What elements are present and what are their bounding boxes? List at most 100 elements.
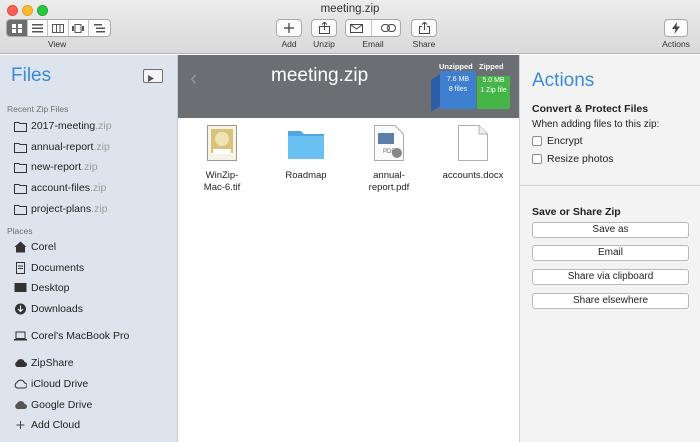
email-button-group[interactable] bbox=[345, 19, 401, 37]
recent-file-ext: .zip bbox=[95, 120, 112, 132]
link-icon bbox=[380, 24, 396, 32]
zipped-heading: Zipped bbox=[479, 62, 504, 71]
file-item[interactable]: Roadmap bbox=[266, 125, 346, 182]
sidebar-toggle-button[interactable] bbox=[143, 69, 163, 83]
places-heading: Places bbox=[7, 226, 33, 236]
actions-title: Actions bbox=[532, 70, 595, 91]
sidebar-item-add-cloud[interactable]: Add Cloud bbox=[14, 417, 80, 433]
sidebar-item-corel[interactable]: Corel bbox=[14, 239, 56, 255]
window-title: meeting.zip bbox=[320, 3, 380, 15]
folder-icon bbox=[287, 125, 325, 161]
sidebar-item-google-drive[interactable]: Google Drive bbox=[14, 397, 92, 413]
zip-banner: ‹ meeting.zip Unzipped Zipped 7.6 MB 8 fi… bbox=[178, 55, 519, 118]
list-view-icon[interactable] bbox=[28, 20, 48, 36]
recent-file-name: new-report bbox=[31, 161, 82, 173]
back-chevron-icon[interactable]: ‹ bbox=[190, 65, 197, 91]
file-item[interactable]: WinZip- Mac-6.tif bbox=[182, 125, 262, 194]
download-icon bbox=[14, 303, 27, 315]
save-share-heading: Save or Share Zip bbox=[532, 206, 621, 218]
file-name-line2: report.pdf bbox=[368, 182, 410, 193]
unzipped-size: 7.6 MB bbox=[446, 76, 470, 83]
documents-icon bbox=[14, 262, 27, 274]
recent-file-item[interactable]: new-report .zip bbox=[14, 159, 98, 175]
file-item[interactable]: PDF annual-report.pdf bbox=[349, 125, 429, 194]
sidebar-item-label: Google Drive bbox=[31, 399, 93, 411]
recent-file-name: 2017-meeting bbox=[31, 120, 96, 132]
recent-file-name: account-files bbox=[31, 182, 90, 194]
sidebar-item-label: Desktop bbox=[31, 282, 70, 294]
unzipped-heading: Unzipped bbox=[439, 62, 473, 71]
folder-icon bbox=[14, 161, 27, 173]
convert-heading: Convert & Protect Files bbox=[532, 103, 649, 115]
document-file-icon bbox=[458, 125, 488, 161]
sidebar-item-label: Corel bbox=[31, 241, 57, 253]
resize-photos-checkbox[interactable]: Resize photos bbox=[532, 153, 614, 165]
cloud-icon bbox=[14, 399, 27, 411]
coverflow-view-icon[interactable] bbox=[69, 20, 89, 36]
sidebar-item-macbook[interactable]: Corel's MacBook Pro bbox=[14, 328, 129, 344]
file-name-line1: accounts.docx bbox=[442, 170, 504, 181]
toolbar: meeting.zip View Add Unzip Email Share A… bbox=[0, 0, 700, 54]
sidebar-item-zipshare[interactable]: ZipShare bbox=[14, 355, 74, 371]
zipped-size: 5.0 MB bbox=[482, 77, 505, 84]
encrypt-label: Encrypt bbox=[547, 135, 583, 147]
folder-icon bbox=[14, 141, 27, 153]
recent-file-item[interactable]: 2017-meeting .zip bbox=[14, 118, 112, 134]
recent-file-item[interactable]: account-files .zip bbox=[14, 180, 106, 196]
cloud-icon bbox=[14, 357, 27, 369]
sidebar-item-documents[interactable]: Documents bbox=[14, 260, 84, 276]
file-item[interactable]: accounts.docx bbox=[433, 125, 513, 182]
actions-label: Actions bbox=[662, 39, 690, 49]
recent-file-ext: .zip bbox=[93, 141, 110, 153]
add-button[interactable] bbox=[276, 19, 302, 37]
actions-panel: Actions Convert & Protect Files When add… bbox=[519, 55, 700, 442]
share-elsewhere-button[interactable]: Share elsewhere bbox=[532, 293, 689, 309]
file-name-line1: WinZip- bbox=[205, 170, 239, 181]
house-icon bbox=[14, 241, 27, 253]
sidebar-item-label: iCloud Drive bbox=[31, 378, 89, 390]
main-content: ‹ meeting.zip Unzipped Zipped 7.6 MB 8 fi… bbox=[178, 55, 519, 442]
email-button[interactable]: Email bbox=[532, 245, 689, 261]
columns-view-icon[interactable] bbox=[48, 20, 69, 36]
view-label: View bbox=[48, 39, 67, 49]
convert-text: When adding files to this zip: bbox=[532, 119, 660, 130]
unzip-icon bbox=[318, 22, 330, 34]
recent-file-name: project-plans bbox=[31, 203, 92, 215]
share-clipboard-button[interactable]: Share via clipboard bbox=[532, 269, 689, 285]
file-name-line1: annual- bbox=[373, 170, 405, 181]
file-name-line1: Roadmap bbox=[285, 170, 327, 181]
encrypt-checkbox[interactable]: Encrypt bbox=[532, 135, 583, 147]
plus-icon bbox=[14, 419, 27, 431]
sidebar-item-downloads[interactable]: Downloads bbox=[14, 301, 83, 317]
folder-icon bbox=[14, 120, 27, 132]
actions-button[interactable] bbox=[664, 19, 688, 37]
resize-label: Resize photos bbox=[547, 153, 614, 165]
folder-icon bbox=[14, 203, 27, 215]
recent-file-name: annual-report bbox=[31, 141, 94, 153]
recent-zip-files-heading: Recent Zip Files bbox=[7, 104, 69, 114]
recent-file-item[interactable]: annual-report .zip bbox=[14, 139, 110, 155]
sidebar-item-icloud[interactable]: iCloud Drive bbox=[14, 376, 88, 392]
sidebar-item-label: Corel's MacBook Pro bbox=[31, 330, 130, 342]
folder-icon bbox=[14, 182, 27, 194]
divider bbox=[520, 185, 700, 186]
checkbox bbox=[532, 136, 542, 146]
sidebar-title: Files bbox=[11, 65, 52, 86]
recent-file-ext: .zip bbox=[91, 203, 108, 215]
desktop-icon bbox=[14, 282, 27, 294]
recent-file-item[interactable]: project-plans .zip bbox=[14, 201, 107, 217]
sidebar-item-label: Documents bbox=[31, 262, 85, 274]
checkbox bbox=[532, 154, 542, 164]
share-button[interactable] bbox=[411, 19, 437, 37]
unzip-button[interactable] bbox=[311, 19, 337, 37]
zip-title: meeting.zip bbox=[271, 65, 369, 86]
grid-view-icon[interactable] bbox=[7, 20, 28, 36]
plus-icon bbox=[284, 23, 294, 33]
recent-file-ext: .zip bbox=[89, 182, 107, 194]
details-view-icon[interactable] bbox=[89, 20, 110, 36]
pdf-file-icon: PDF bbox=[374, 125, 404, 161]
sidebar-item-desktop[interactable]: Desktop bbox=[14, 280, 70, 296]
save-as-button[interactable]: Save as bbox=[532, 222, 689, 238]
laptop-icon bbox=[14, 330, 27, 342]
recent-file-ext: .zip bbox=[81, 161, 98, 173]
